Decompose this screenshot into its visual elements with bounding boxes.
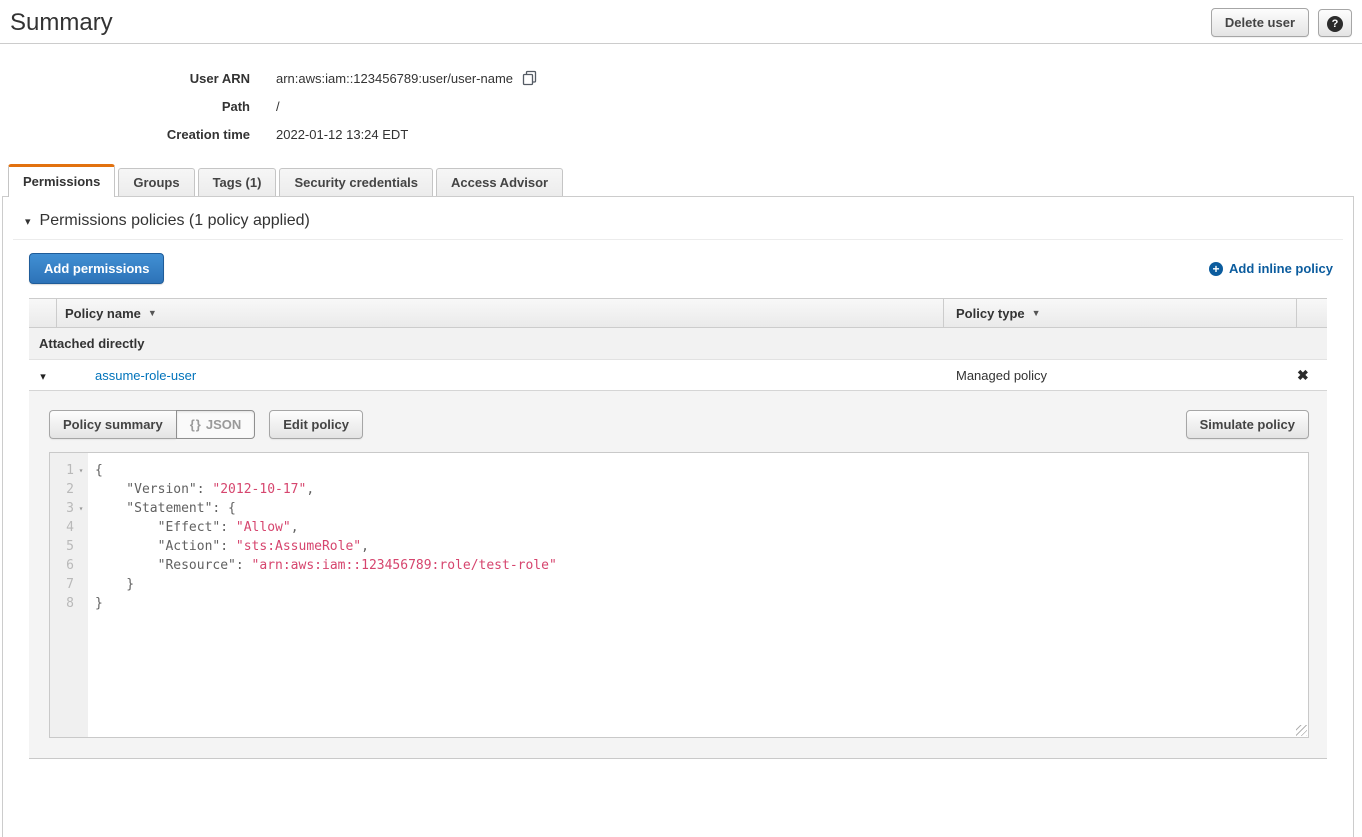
simulate-policy-button[interactable]: Simulate policy (1186, 410, 1309, 439)
creation-time-label: Creation time (0, 127, 250, 142)
page-header: Summary Delete user ? (0, 0, 1362, 43)
code-line: "Effect": "Allow", (95, 518, 557, 537)
code-line: } (95, 594, 557, 613)
gutter-line: 7 (50, 575, 88, 594)
policy-table-row: ▾ assume-role-user Managed policy ✖ (29, 360, 1327, 391)
permissions-policies-heading: ▾ Permissions policies (1 policy applied… (3, 197, 1353, 239)
policy-type-cell: Managed policy (944, 368, 1297, 383)
creation-time-value: 2022-01-12 13:24 EDT (276, 127, 408, 142)
question-mark-icon: ? (1327, 16, 1343, 32)
info-row-user-arn: User ARN arn:aws:iam::123456789:user/use… (0, 64, 1362, 92)
tab-permissions[interactable]: Permissions (8, 164, 115, 197)
editor-resize-handle[interactable] (1296, 725, 1307, 736)
policy-detail-panel: Policy summary {}JSON Edit policy Simula… (29, 391, 1327, 759)
help-button[interactable]: ? (1318, 9, 1352, 37)
policies-table-header: Policy name ▼ Policy type ▼ (29, 298, 1327, 328)
gutter-line: 8 (50, 594, 88, 613)
gutter-line: 2 (50, 480, 88, 499)
edit-policy-button[interactable]: Edit policy (269, 410, 363, 439)
detach-policy-x-icon[interactable]: ✖ (1297, 367, 1309, 383)
editor-gutter: 1▾23▾45678 (50, 453, 88, 737)
policy-detail-buttons: Policy summary {}JSON Edit policy Simula… (49, 410, 1309, 439)
tab-bar: Permissions Groups Tags (1) Security cre… (2, 164, 1354, 197)
row-expand-caret-icon[interactable]: ▾ (40, 371, 46, 383)
delete-user-button[interactable]: Delete user (1211, 8, 1309, 37)
tab-groups[interactable]: Groups (118, 168, 194, 196)
tab-security-credentials[interactable]: Security credentials (279, 168, 433, 196)
gutter-line: 3▾ (50, 499, 88, 518)
user-info-block: User ARN arn:aws:iam::123456789:user/use… (0, 64, 1362, 148)
header-actions: Delete user ? (1211, 8, 1352, 37)
gutter-line: 4 (50, 518, 88, 537)
permissions-tab-content: ▾ Permissions policies (1 policy applied… (2, 197, 1354, 837)
tab-access-advisor[interactable]: Access Advisor (436, 168, 563, 196)
path-label: Path (0, 99, 250, 114)
code-line: "Version": "2012-10-17", (95, 480, 557, 499)
policy-actions-row: Add permissions + Add inline policy (3, 240, 1353, 297)
code-line: "Resource": "arn:aws:iam::123456789:role… (95, 556, 557, 575)
code-line: "Statement": { (95, 499, 557, 518)
view-toggle-button-group: Policy summary {}JSON (49, 410, 255, 439)
gutter-line: 1▾ (50, 461, 88, 480)
actions-column-header (1297, 299, 1327, 327)
fold-caret-icon[interactable]: ▾ (74, 499, 88, 518)
attached-directly-group-row: Attached directly (29, 328, 1327, 360)
json-policy-editor[interactable]: 1▾23▾45678 { "Version": "2012-10-17", "S… (49, 452, 1309, 738)
json-view-button[interactable]: {}JSON (176, 410, 256, 439)
policy-type-column-header[interactable]: Policy type ▼ (944, 299, 1297, 327)
plus-circle-icon: + (1209, 262, 1223, 276)
code-line: "Action": "sts:AssumeRole", (95, 537, 557, 556)
user-arn-value: arn:aws:iam::123456789:user/user-name (276, 71, 513, 86)
sort-caret-icon: ▼ (1032, 308, 1041, 318)
gutter-line: 6 (50, 556, 88, 575)
braces-icon: {} (190, 417, 202, 432)
sort-caret-icon: ▼ (148, 308, 157, 318)
tab-tags[interactable]: Tags (1) (198, 168, 277, 196)
permissions-policies-heading-text: Permissions policies (1 policy applied) (40, 212, 310, 230)
user-arn-label: User ARN (0, 71, 250, 86)
add-inline-policy-link[interactable]: + Add inline policy (1209, 261, 1333, 276)
fold-caret-icon[interactable]: ▾ (74, 461, 88, 480)
page-title: Summary (10, 9, 113, 37)
collapse-caret-icon[interactable]: ▾ (25, 215, 31, 228)
path-value: / (276, 99, 280, 114)
gutter-line: 5 (50, 537, 88, 556)
code-line: { (95, 461, 557, 480)
editor-code[interactable]: { "Version": "2012-10-17", "Statement": … (88, 453, 557, 737)
policy-summary-button[interactable]: Policy summary (49, 410, 176, 439)
policy-name-column-header[interactable]: Policy name ▼ (57, 299, 944, 327)
info-row-creation-time: Creation time 2022-01-12 13:24 EDT (0, 120, 1362, 148)
policies-table: Policy name ▼ Policy type ▼ Attached dir… (29, 298, 1327, 759)
info-row-path: Path / (0, 92, 1362, 120)
copy-icon[interactable] (522, 70, 537, 86)
code-line: } (95, 575, 557, 594)
expand-column-header (29, 299, 57, 327)
header-divider (0, 43, 1362, 44)
add-permissions-button[interactable]: Add permissions (29, 253, 164, 284)
policy-name-link[interactable]: assume-role-user (95, 368, 196, 383)
